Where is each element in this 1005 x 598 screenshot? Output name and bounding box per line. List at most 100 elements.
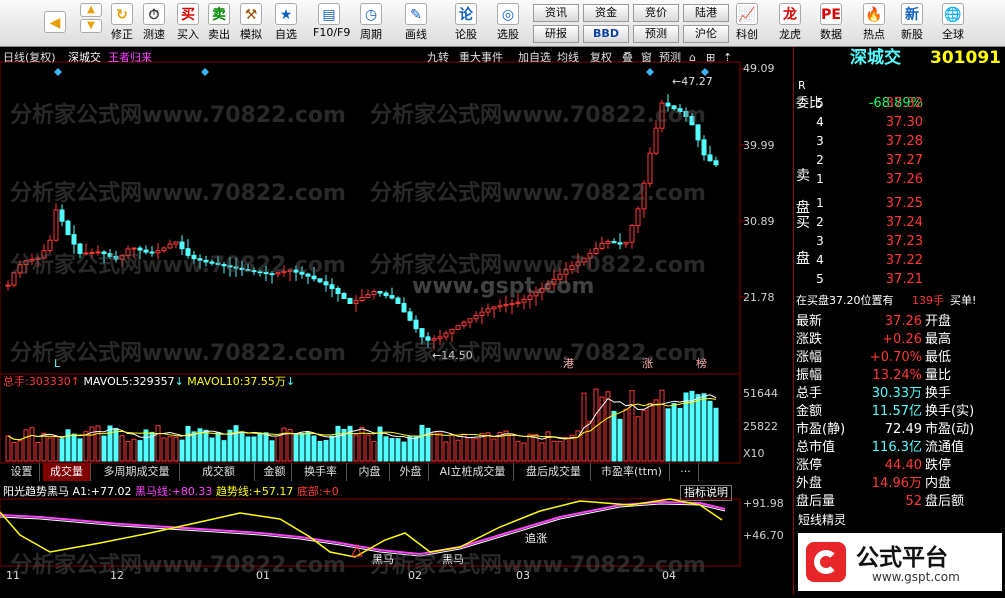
info-button-4[interactable]: 研报 [533,25,579,43]
header-button-7[interactable]: 预测 [659,51,681,65]
toolbar-button-label: 模拟 [240,28,262,41]
sell-level-row[interactable]: 3 37.28 [794,132,1005,151]
volume-tick: 51644 [743,387,778,400]
candle-body [23,260,29,266]
toolbar-button-8[interactable]: ✎ 画线 [400,3,432,45]
toolbar-button-9[interactable]: 论论股 [450,3,482,45]
candle-body [11,272,17,286]
candle-body [515,301,521,304]
sell-level-row[interactable]: 4 37.30 [794,113,1005,132]
sell-level-row[interactable]: 2 37.27 [794,151,1005,170]
info-button-1[interactable]: 资金 [583,4,629,22]
volume-bar [29,427,35,462]
info-button-5[interactable]: BBD [583,25,629,43]
volume-bar [695,394,701,462]
info-button-2[interactable]: 竞价 [633,4,679,22]
toolbar-button-11[interactable]: 📈 科创 [731,3,763,45]
toolbar-button-label: 数据 [820,28,842,41]
volume-bar [635,416,641,462]
info-button-6[interactable]: 预测 [633,25,679,43]
x-axis-label: 03 [516,569,530,582]
buy-level-row[interactable]: 4 37.22 [794,251,1005,270]
diamond-marker [54,68,62,76]
stat-label: 涨停 [796,458,823,473]
header-button-0[interactable]: 九转 [427,51,449,65]
stat-row: 振幅 13.24% 量比 [794,366,1005,385]
settings-icon[interactable]: ⊞ [706,51,715,65]
lock-icon[interactable]: ⌂ [689,51,696,65]
toolbar-button-3[interactable]: 卖卖出 [203,3,235,45]
candle-body [701,139,707,156]
toolbar-button-5[interactable]: ★ 自选 [270,3,302,45]
level-number: 2 [816,215,824,229]
level-price: 37.27 [885,153,923,168]
header-button-3[interactable]: 均线 [557,51,579,65]
indicator-tab-2[interactable]: 多周期成交量 [94,463,180,481]
toolbar-button-16[interactable]: 🌐 全球 [937,3,969,45]
indicator-tab-1[interactable]: 成交量 [43,463,91,481]
down-arrow-icon: ▼ [80,19,102,33]
info-button-7[interactable]: 沪伦 [683,25,729,43]
candle-body [179,241,185,250]
info-button-3[interactable]: 陆港 [683,4,729,22]
buy-level-row[interactable]: 2 37.24 [794,213,1005,232]
header-button-4[interactable]: 复权 [590,51,612,65]
toolbar-button-4[interactable]: ⚒ 模拟 [235,3,267,45]
x-axis-label: 11 [6,569,20,582]
stat-row: 涨幅 +0.70% 最低 [794,348,1005,367]
stat-label: 盘后额 [925,494,965,509]
toolbar-button-1[interactable]: ⏱ 测速 [138,3,170,45]
volume-bar [233,425,239,462]
toolbar-button-12[interactable]: 龙龙虎 [774,3,806,45]
toolbar-button-14[interactable]: 🔥 热点 [858,3,890,45]
candle-body [581,257,587,263]
toolbar-button-7[interactable]: ◷ 周期 [355,3,387,45]
toolbar-button-15[interactable]: 新新股 [896,3,928,45]
buy-level-row[interactable]: 3 37.23 [794,232,1005,251]
indicator-tab-10[interactable]: 市盈率(ttm) [594,463,670,481]
indicator-tab-9[interactable]: 盘后成交量 [517,463,591,481]
arrow-icon[interactable]: ⇡ [723,51,732,65]
toolbar-button-2[interactable]: 买买入 [172,3,204,45]
sell-level-row[interactable]: 1 37.26 [794,170,1005,189]
back-button[interactable]: ◀ [38,3,72,45]
info-button-0[interactable]: 资讯 [533,4,579,22]
indicator-tab-8[interactable]: AI立桩成交量 [432,463,514,481]
toolbar-button-6[interactable]: ▤ F10/F9 [313,3,350,45]
logo-url: www.gspt.com [872,570,960,584]
candle-body [647,152,653,184]
volume-bar [227,429,233,462]
stat-value: 44.40 [884,458,922,473]
sell-level-row[interactable]: 5 37.32 [794,94,1005,113]
volume-bar [617,418,623,462]
indicator-tab-6[interactable]: 内盘 [350,463,390,481]
header-button-5[interactable]: 叠 [622,51,633,65]
indicator-tab-7[interactable]: 外盘 [393,463,429,481]
header-button-2[interactable]: 加自选 [518,51,551,65]
toolbar-button-13[interactable]: PE 数据 [815,3,847,45]
volume-bar [665,408,671,462]
chart-mode[interactable]: 日线(复权) [3,51,56,65]
buy-level-row[interactable]: 1 37.25 [794,194,1005,213]
volume-bar [173,436,179,462]
volume-bar [257,432,263,462]
candle-body [155,250,161,254]
stat-label: 市盈(动) [925,422,975,437]
indicator-help-button[interactable]: 指标说明 [680,485,732,501]
toolbar-button-0[interactable]: ↻ 修正 [106,3,138,45]
volume-bar [533,434,539,462]
indicator-tab-3[interactable]: 成交额 [183,463,255,481]
header-button-6[interactable]: 窗 [641,51,652,65]
indicator-tab-11[interactable]: ··· [673,463,699,481]
short-elf-header[interactable]: 短线精灵 [794,511,1005,530]
quote-name: 深城交 [850,48,901,68]
indicator-tab-5[interactable]: 换手率 [295,463,347,481]
volume-bar [47,437,53,462]
indicator-tab-0[interactable]: 设置 [4,463,40,481]
buy-level-row[interactable]: 5 37.21 [794,270,1005,289]
chart-area[interactable]: 日线(复权) 深城交 王者归来 九转 重大事件 加自选 均线 复权叠窗预测 ⌂ ⊞ ⇡ ←47… [0,47,793,595]
nav-updown[interactable]: ▲ ▼ [78,3,104,45]
toolbar-button-10[interactable]: ◎ 选股 [492,3,524,45]
indicator-tab-4[interactable]: 金额 [258,463,292,481]
header-button-1[interactable]: 重大事件 [459,51,503,65]
